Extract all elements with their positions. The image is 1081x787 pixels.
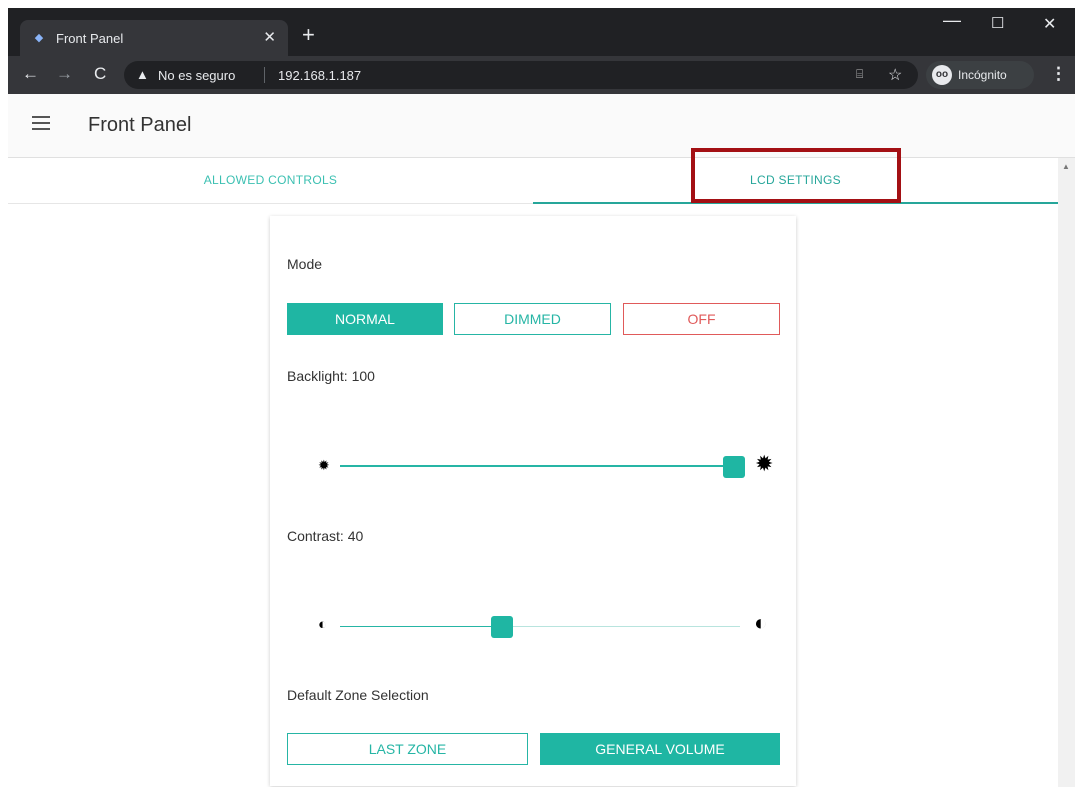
maximize-button[interactable]: ☐ — [991, 14, 1004, 32]
back-button[interactable]: ← — [22, 64, 39, 84]
window-close-button[interactable]: ✕ — [1043, 14, 1056, 34]
minimize-button[interactable]: — — [943, 10, 961, 31]
mode-off-button[interactable]: OFF — [623, 303, 780, 335]
mode-label: Mode — [287, 256, 323, 272]
forward-button[interactable]: → — [56, 64, 73, 84]
url-text[interactable]: 192.168.1.187 — [278, 68, 361, 83]
incognito-badge[interactable]: oo Incógnito — [926, 61, 1034, 89]
default-zone-label: Default Zone Selection — [287, 687, 429, 703]
hamburger-menu-icon[interactable] — [32, 116, 52, 132]
mode-dimmed-button[interactable]: DIMMED — [454, 303, 611, 335]
browser-tab-title: Front Panel — [56, 31, 124, 46]
reload-button[interactable]: C — [94, 64, 106, 84]
address-separator — [264, 67, 265, 83]
backlight-slider[interactable] — [340, 456, 745, 478]
contrast-label: Contrast: 40 — [287, 528, 364, 544]
warning-icon[interactable]: ▲ — [136, 67, 149, 82]
address-bar[interactable]: ▲ No es seguro 192.168.1.187 ⌸ ☆ — [124, 61, 918, 89]
browser-toolbar: ← → C ▲ No es seguro 192.168.1.187 ⌸ ☆ o… — [8, 56, 1075, 94]
browser-tab-strip: ◆ Front Panel ✕ + — ☐ ✕ — [8, 8, 1075, 56]
contrast-small-icon: ◐ — [318, 616, 328, 633]
app-bar: Front Panel — [8, 94, 1075, 158]
mode-normal-button[interactable]: NORMAL — [287, 303, 443, 335]
insecure-label[interactable]: No es seguro — [158, 68, 235, 83]
translate-icon[interactable]: ⌸ — [856, 67, 863, 82]
browser-window: ◆ Front Panel ✕ + — ☐ ✕ ← → C ▲ No es se… — [8, 8, 1075, 787]
new-tab-button[interactable]: + — [302, 24, 315, 46]
browser-menu-icon[interactable]: ⋮ — [1050, 64, 1067, 84]
scrollbar[interactable]: ▲ — [1058, 158, 1075, 787]
backlight-label: Backlight: 100 — [287, 368, 375, 384]
sun-small-icon: ✹ — [318, 457, 330, 473]
contrast-slider[interactable] — [340, 616, 740, 638]
last-zone-button[interactable]: LAST ZONE — [287, 733, 528, 765]
tab-allowed-controls[interactable]: ALLOWED CONTROLS — [8, 158, 533, 204]
incognito-icon: oo — [932, 65, 952, 85]
general-volume-button[interactable]: GENERAL VOLUME — [540, 733, 780, 765]
annotation-highlight-box — [691, 148, 901, 203]
page-title: Front Panel — [88, 114, 192, 136]
favicon-icon: ◆ — [34, 32, 44, 44]
contrast-slider-thumb[interactable] — [491, 616, 513, 638]
sun-large-icon: ✹ — [755, 451, 774, 476]
backlight-slider-thumb[interactable] — [723, 456, 745, 478]
incognito-label: Incógnito — [958, 68, 1007, 82]
scroll-up-icon[interactable]: ▲ — [1062, 162, 1070, 171]
bookmark-star-icon[interactable]: ☆ — [888, 65, 902, 85]
browser-tab[interactable]: ◆ Front Panel ✕ — [20, 20, 288, 56]
backlight-slider-track[interactable] — [340, 465, 735, 467]
lcd-settings-card: Mode NORMAL DIMMED OFF Backlight: 100 ✹ … — [270, 216, 796, 786]
tab-close-icon[interactable]: ✕ — [263, 28, 276, 46]
contrast-slider-fill — [340, 626, 491, 627]
contrast-large-icon: ◐ — [754, 610, 768, 635]
